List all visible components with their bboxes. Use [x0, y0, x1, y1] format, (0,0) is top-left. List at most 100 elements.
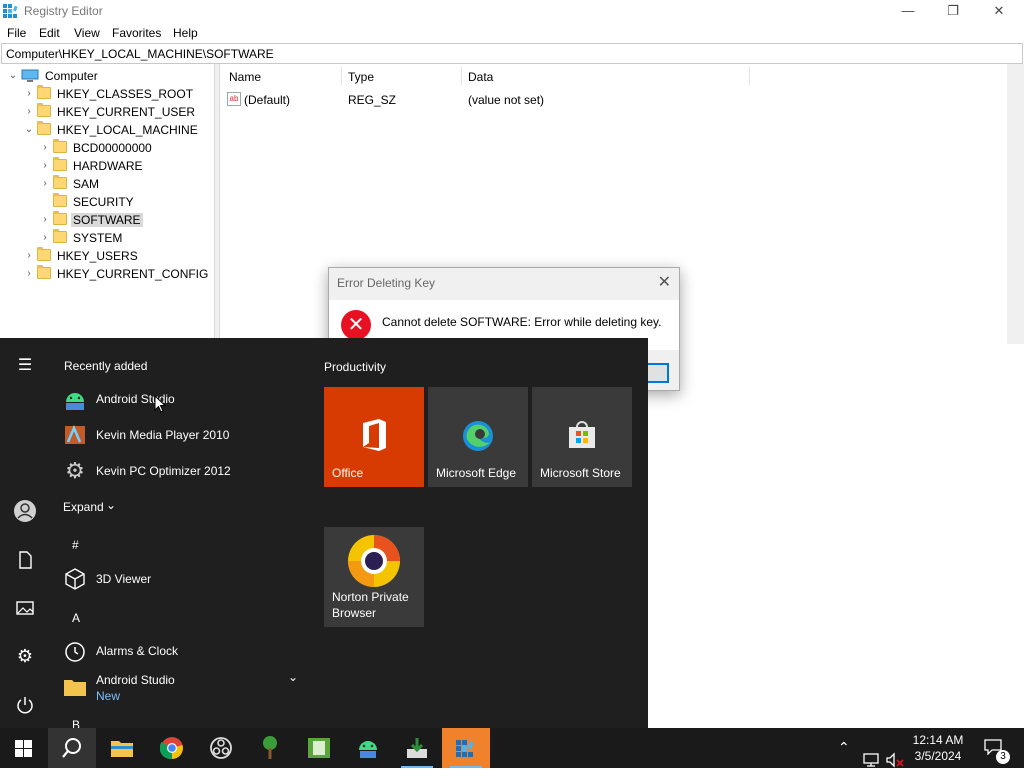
- letter-header[interactable]: A: [72, 611, 80, 625]
- tree-label: HARDWARE: [73, 159, 143, 173]
- taskbar: ⌃ 12:14 AM 3/5/2024 3: [0, 728, 1024, 768]
- chevron-right-icon[interactable]: ›: [23, 268, 35, 280]
- alarm-clock-icon: [65, 642, 85, 662]
- tile-microsoft-store[interactable]: Microsoft Store: [532, 387, 632, 487]
- tree-label: SOFTWARE: [71, 213, 143, 227]
- action-center-button[interactable]: 3: [978, 728, 1018, 768]
- value-name[interactable]: (Default): [244, 93, 290, 107]
- office-icon: [363, 419, 386, 451]
- folder-icon: [37, 103, 51, 117]
- menu-help[interactable]: Help: [173, 26, 198, 40]
- show-hidden-icons-chevron-up-icon[interactable]: ⌃: [838, 739, 850, 779]
- dialog-message: Cannot delete SOFTWARE: Error while dele…: [382, 315, 662, 329]
- user-icon[interactable]: [12, 498, 38, 524]
- hamburger-menu-icon[interactable]: ☰: [12, 353, 38, 379]
- app-3d-viewer[interactable]: 3D Viewer: [62, 564, 302, 596]
- tile-microsoft-edge[interactable]: Microsoft Edge: [428, 387, 528, 487]
- chevron-right-icon[interactable]: ›: [39, 160, 51, 172]
- folder-icon: [53, 139, 67, 153]
- error-icon: ✕: [341, 310, 371, 340]
- mouse-cursor-icon: [154, 395, 166, 413]
- menu-view[interactable]: View: [74, 26, 100, 40]
- column-divider[interactable]: [461, 66, 462, 86]
- column-header-data[interactable]: Data: [468, 70, 493, 84]
- tree-label: BCD00000000: [73, 141, 152, 155]
- pictures-icon[interactable]: [12, 595, 38, 621]
- android-studio-taskbar-button[interactable]: [344, 728, 392, 768]
- power-icon[interactable]: [12, 692, 38, 718]
- tree-label: SYSTEM: [73, 231, 123, 245]
- expand-button[interactable]: Expand ⌄: [62, 492, 302, 524]
- app-alarms-clock[interactable]: Alarms & Clock: [62, 636, 302, 668]
- app-name: Alarms & Clock: [96, 644, 179, 658]
- string-value-icon: ab: [227, 92, 241, 106]
- menu-file[interactable]: File: [7, 26, 26, 40]
- column-divider[interactable]: [341, 66, 342, 86]
- maximize-button[interactable]: ❐: [930, 0, 976, 22]
- settings-gear-icon[interactable]: ⚙: [12, 643, 38, 669]
- chevron-down-icon[interactable]: ⌄: [7, 70, 19, 82]
- taskbar-clock[interactable]: 12:14 AM 3/5/2024: [900, 732, 976, 764]
- documents-icon[interactable]: [12, 547, 38, 573]
- app-kevin-media-player[interactable]: Kevin Media Player 2010: [62, 420, 302, 452]
- chevron-down-icon: ⌄: [106, 498, 117, 512]
- installer-button[interactable]: [393, 728, 441, 768]
- edge-icon: [463, 421, 493, 451]
- chevron-right-icon[interactable]: ›: [39, 214, 51, 226]
- minimize-button[interactable]: —: [885, 0, 931, 22]
- dialog-close-button[interactable]: ✕: [658, 272, 671, 292]
- registry-editor-taskbar-button[interactable]: [442, 728, 490, 768]
- column-divider[interactable]: [749, 66, 750, 86]
- chevron-right-icon[interactable]: ›: [39, 232, 51, 244]
- tile-norton-private-browser[interactable]: Norton Private Browser: [324, 527, 424, 627]
- app-name: Kevin Media Player 2010: [96, 428, 230, 442]
- vertical-scrollbar[interactable]: [1007, 64, 1024, 344]
- letter-header[interactable]: #: [72, 538, 79, 552]
- notepad-app-button[interactable]: [295, 728, 343, 768]
- tile-office[interactable]: Office: [324, 387, 424, 487]
- close-button[interactable]: ✕: [976, 0, 1022, 22]
- clock-time: 12:14 AM: [912, 733, 964, 747]
- file-explorer-icon: [111, 741, 133, 757]
- app-android-studio-folder[interactable]: Android Studio New ⌄: [62, 670, 302, 704]
- chevron-down-icon[interactable]: ⌄: [23, 124, 35, 136]
- chevron-right-icon[interactable]: ›: [23, 106, 35, 118]
- norton-browser-icon: [348, 535, 400, 587]
- address-bar[interactable]: Computer\HKEY_LOCAL_MACHINE\SOFTWARE: [1, 43, 1023, 64]
- tree-label: HKEY_LOCAL_MACHINE: [57, 123, 198, 137]
- chevron-right-icon[interactable]: ›: [23, 250, 35, 262]
- app-kevin-pc-optimizer[interactable]: ⚙ Kevin PC Optimizer 2012: [62, 456, 302, 488]
- obs-button[interactable]: [197, 728, 245, 768]
- search-button[interactable]: [48, 728, 96, 768]
- android-studio-icon: [66, 393, 84, 410]
- clock-date: 3/5/2024: [914, 749, 962, 763]
- folder-icon: [37, 265, 51, 279]
- tree-app-button[interactable]: [246, 728, 294, 768]
- column-header-type[interactable]: Type: [348, 70, 374, 84]
- pane-splitter[interactable]: [215, 64, 220, 344]
- chevron-right-icon[interactable]: ›: [39, 142, 51, 154]
- network-icon[interactable]: [862, 740, 880, 780]
- menu-bar: File Edit View Favorites Help: [0, 23, 1024, 43]
- store-icon: [569, 421, 595, 448]
- menu-favorites[interactable]: Favorites: [112, 26, 161, 40]
- windows-logo-icon: [15, 740, 32, 757]
- app-android-studio-recent[interactable]: Android Studio: [62, 384, 302, 416]
- folder-icon: [37, 121, 51, 135]
- tiles-group-title[interactable]: Productivity: [324, 360, 386, 374]
- chevron-right-icon[interactable]: [39, 196, 51, 208]
- chevron-down-icon[interactable]: ⌄: [288, 670, 298, 684]
- file-explorer-button[interactable]: [98, 728, 146, 768]
- tree-label: HKEY_CLASSES_ROOT: [57, 87, 194, 101]
- media-player-icon: [65, 424, 85, 444]
- column-header-name[interactable]: Name: [229, 70, 261, 84]
- value-type: REG_SZ: [348, 93, 397, 107]
- menu-edit[interactable]: Edit: [39, 26, 60, 40]
- start-button[interactable]: [0, 728, 48, 768]
- start-menu: ☰ ⚙ Recently added Android Studio Kevin …: [0, 338, 648, 732]
- tile-label: Office: [332, 466, 364, 480]
- tile-label: Microsoft Edge: [436, 466, 517, 480]
- chrome-button[interactable]: [148, 728, 196, 768]
- chevron-right-icon[interactable]: ›: [23, 88, 35, 100]
- chevron-right-icon[interactable]: ›: [39, 178, 51, 190]
